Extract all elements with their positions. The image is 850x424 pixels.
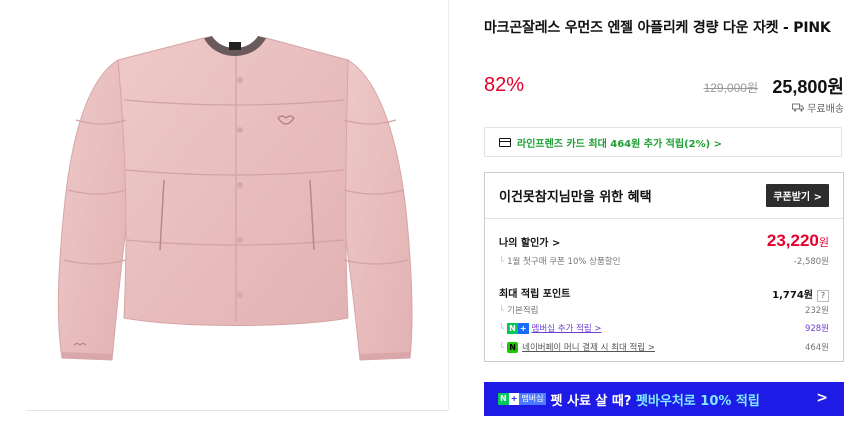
my-price-value: 23,220 xyxy=(766,231,819,250)
jacket-illustration xyxy=(57,36,413,361)
help-icon[interactable]: ? xyxy=(817,290,829,302)
naver-plus-icon: N + xyxy=(507,323,529,334)
credit-card-icon xyxy=(499,137,511,147)
points-value: 1,774원 xyxy=(772,290,813,301)
coupon-detail: 1월 첫구매 쿠폰 10% 상품할인 xyxy=(507,257,621,267)
cta-text: 펫 사료 살 때? 펫바우처로 10% 적립 xyxy=(550,393,760,409)
benefit-box: 이건못참지님만을 위한 혜택 쿠폰받기 > 나의 할인가 > 23,220원 └… xyxy=(484,172,844,362)
my-price: 23,220원 xyxy=(767,231,829,251)
truck-icon xyxy=(792,103,805,112)
original-price: 129,000원 xyxy=(703,81,758,95)
card-benefit-text: 라인프렌즈 카드 최대 464원 추가 적립(2%) > xyxy=(517,138,723,150)
basic-points-row: └ 기본적립 232원 xyxy=(499,304,829,316)
npay-points-row: └ N 네이버페이 머니 결제 시 최대 적립 > 464원 xyxy=(499,341,829,353)
coupon-detail-value: -2,580원 xyxy=(793,257,829,267)
membership-link[interactable]: 멤버십 추가 적립 > xyxy=(532,324,602,334)
basic-points-value: 232원 xyxy=(804,306,829,316)
coupon-detail-row: └ 1월 첫구매 쿠폰 10% 상품할인 -2,580원 xyxy=(499,255,829,267)
benefit-title: 이건못참지님만을 위한 혜택 xyxy=(499,190,652,205)
pet-voucher-banner[interactable]: N + 멤버십 펫 사료 살 때? 펫바우처로 10% 적립 > xyxy=(484,382,844,416)
points-row: 최대 적립 포인트 1,774원? xyxy=(499,283,829,302)
basic-points-label: 기본적립 xyxy=(507,306,539,316)
sale-price: 25,800원 xyxy=(772,77,844,97)
my-price-row: 나의 할인가 > 23,220원 xyxy=(499,231,829,251)
tree-branch-icon: └ xyxy=(499,257,505,267)
npay-link[interactable]: 네이버페이 머니 결제 시 최대 적립 > xyxy=(522,343,655,353)
product-title: 마크곤잘레스 우먼즈 엔젤 아플리케 경량 다운 자켓 - PINK xyxy=(484,20,831,36)
shipping-label: 무료배송 xyxy=(807,104,844,115)
tree-branch-icon: └ xyxy=(499,343,505,353)
card-benefit-banner[interactable]: 라인프렌즈 카드 최대 464원 추가 적립(2%) > xyxy=(484,127,842,157)
discount-rate: 82% xyxy=(484,74,525,96)
naver-membership-badge: N + 멤버십 xyxy=(498,393,546,405)
tree-branch-icon: └ xyxy=(499,324,505,334)
my-price-unit: 원 xyxy=(818,236,829,249)
coupon-button[interactable]: 쿠폰받기 > xyxy=(766,184,829,207)
tree-branch-icon: └ xyxy=(499,306,505,316)
benefit-header: 이건못참지님만을 위한 혜택 쿠폰받기 > xyxy=(485,173,843,219)
membership-points-row: └ N + 멤버십 추가 적립 > 928원 xyxy=(499,322,829,334)
points-label: 최대 적립 포인트 xyxy=(499,289,571,300)
product-image[interactable] xyxy=(26,0,449,410)
npay-points-value: 464원 xyxy=(804,343,829,353)
shipping-info: 무료배송 xyxy=(792,100,844,115)
chevron-right-icon: > xyxy=(816,390,828,406)
image-divider xyxy=(26,410,448,411)
my-price-link[interactable]: 나의 할인가 > xyxy=(499,234,560,249)
membership-points-value: 928원 xyxy=(804,324,829,334)
naver-pay-icon: N xyxy=(507,342,519,353)
